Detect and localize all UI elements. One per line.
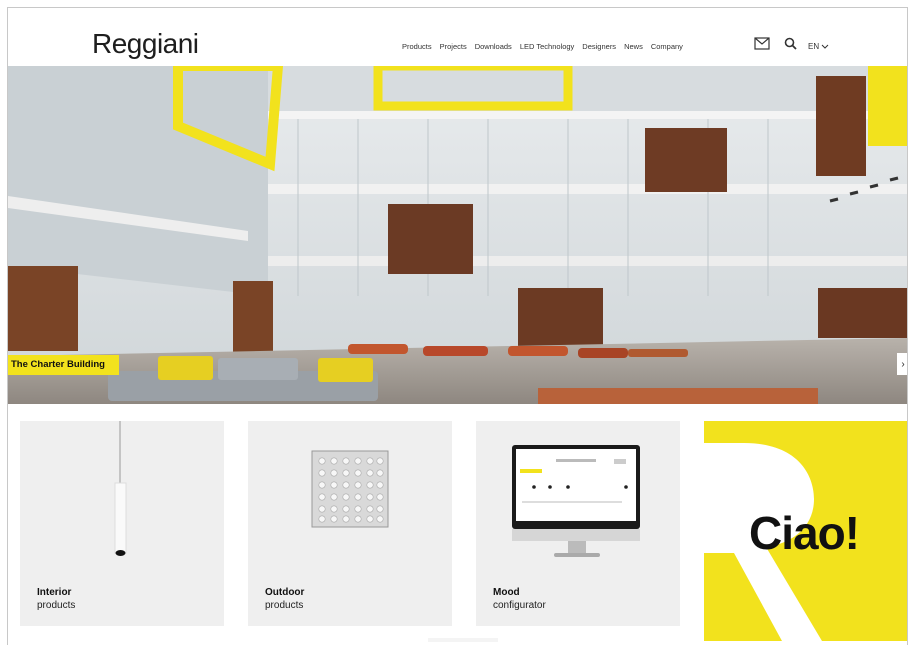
main-nav: Products Projects Downloads LED Technolo… (402, 42, 691, 51)
language-selector[interactable]: EN (808, 42, 829, 51)
language-label: EN (808, 42, 820, 51)
card-title: Mood (493, 587, 520, 598)
nav-item-company[interactable]: Company (651, 42, 683, 51)
card-interior-products[interactable]: Interior products (20, 421, 224, 626)
pendant-lamp-icon (114, 421, 127, 556)
outdoor-panel-icon (311, 450, 389, 528)
nav-item-projects[interactable]: Projects (440, 42, 467, 51)
site-header: Reggiani Products Projects Downloads LED… (8, 8, 907, 66)
logo[interactable]: Reggiani (92, 28, 199, 60)
card-subtitle: configurator (493, 600, 546, 611)
nav-item-led-technology[interactable]: LED Technology (520, 42, 574, 51)
chevron-down-icon (821, 44, 829, 49)
nav-item-products[interactable]: Products (402, 42, 432, 51)
page: Reggiani Products Projects Downloads LED… (7, 7, 908, 645)
scroll-hint (428, 638, 498, 642)
hero-image (8, 66, 907, 404)
card-outdoor-products[interactable]: Outdoor products (248, 421, 452, 626)
nav-item-news[interactable]: News (624, 42, 643, 51)
mail-icon[interactable] (754, 37, 770, 55)
card-subtitle: products (37, 600, 76, 611)
card-title: Interior (37, 587, 72, 598)
nav-item-designers[interactable]: Designers (582, 42, 616, 51)
ciao-promo[interactable]: Ciao! (704, 421, 907, 641)
search-icon[interactable] (784, 37, 797, 55)
monitor-icon (512, 445, 640, 557)
card-subtitle: products (265, 600, 304, 611)
ciao-text: Ciao! (749, 507, 860, 559)
hero-caption[interactable]: The Charter Building (8, 355, 119, 375)
chevron-right-icon[interactable]: › (897, 353, 907, 375)
nav-item-downloads[interactable]: Downloads (475, 42, 512, 51)
card-title: Outdoor (265, 587, 305, 598)
hero-slider[interactable]: The Charter Building › (8, 66, 907, 404)
card-mood-configurator[interactable]: Mood configurator (476, 421, 680, 626)
